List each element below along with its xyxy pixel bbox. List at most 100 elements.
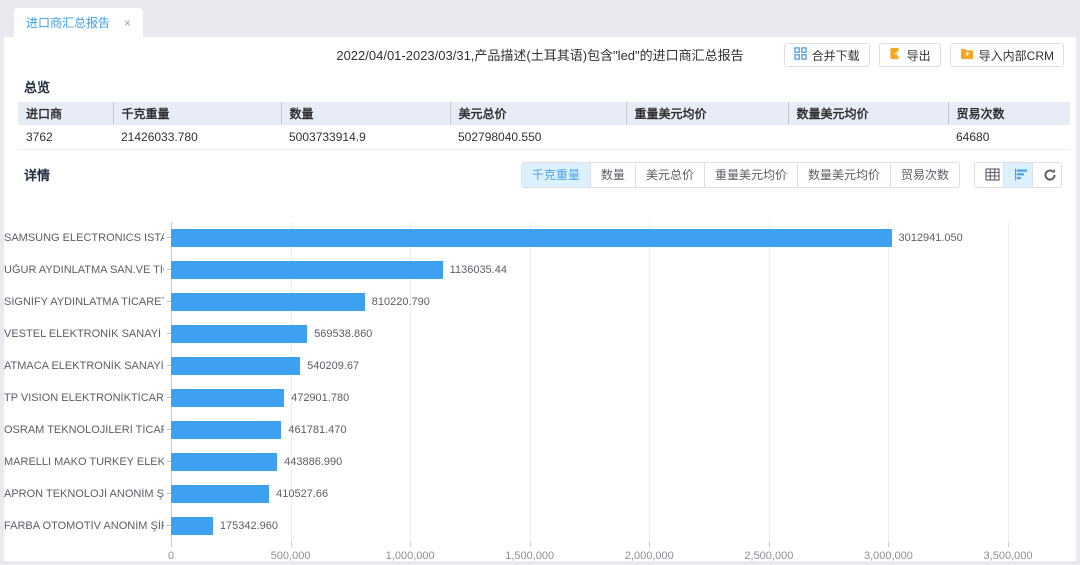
tab-importer-summary-report[interactable]: 进口商汇总报告 × — [14, 8, 143, 37]
table-cell: 21426033.780 — [113, 125, 281, 149]
metric-tab-0[interactable]: 千克重量 — [521, 162, 591, 188]
bar-area: 410527.66 — [171, 478, 1008, 510]
category-label: ATMACA ELEKTRONİK SANAYİ VE Tİ... — [4, 360, 164, 372]
category-label: SİGNİFY AYDINLATMA TİCARET ANO... — [4, 296, 164, 308]
x-tick-mark — [291, 542, 292, 547]
x-tick-mark — [649, 542, 650, 547]
chart-row: VESTEL ELEKTRONİK SANAYİ VE Tİ...569538.… — [4, 318, 1008, 350]
bar[interactable] — [171, 229, 892, 247]
refresh-icon — [1043, 168, 1057, 182]
x-tick-mark — [888, 542, 889, 547]
x-tick-mark — [171, 542, 172, 547]
bar[interactable] — [171, 293, 365, 311]
bar-value-label: 410527.66 — [276, 488, 328, 500]
chart-row: OSRAM TEKNOLOJİLERİ TİCARET AN...461781.… — [4, 414, 1008, 446]
metric-tab-5[interactable]: 贸易次数 — [890, 162, 960, 188]
bar-value-label: 540209.67 — [307, 360, 359, 372]
import-crm-label: 导入内部CRM — [979, 47, 1054, 64]
x-tick-mark — [530, 542, 531, 547]
detail-section-title: 详情 — [24, 165, 50, 184]
column-header: 进口商 — [18, 102, 113, 125]
importer-bar-chart: SAMSUNG ELECTRONICS ISTANBUL P... 3012941… — [4, 222, 1076, 565]
bar[interactable] — [171, 261, 443, 279]
column-header: 数量 — [281, 102, 450, 125]
bar-area: 1136035.44 — [171, 254, 1008, 286]
chart-row: ATMACA ELEKTRONİK SANAYİ VE Tİ... 540209.… — [4, 350, 1008, 382]
gridline — [1008, 222, 1009, 542]
x-tick-label: 1,000,000 — [386, 550, 435, 562]
export-label: 导出 — [907, 47, 931, 64]
table-view-button[interactable] — [974, 162, 1004, 188]
export-button[interactable]: 导出 — [879, 43, 941, 67]
bar-area: 443886.990 — [171, 446, 1008, 478]
table-cell — [788, 125, 948, 149]
bar[interactable] — [171, 389, 284, 407]
chart-row: SAMSUNG ELECTRONICS ISTANBUL P... 3012941… — [4, 222, 1008, 254]
detail-toolbar-row: 详情 千克重量数量美元总价重量美元均价数量美元均价贸易次数 — [24, 162, 1062, 188]
bar-chart-view-icon — [1014, 168, 1029, 181]
chart-row: SİGNİFY AYDINLATMA TİCARET ANO... 810220.… — [4, 286, 1008, 318]
metric-tab-group: 千克重量数量美元总价重量美元均价数量美元均价贸易次数 — [521, 162, 960, 188]
table-cell — [626, 125, 788, 149]
table-cell: 64680 — [948, 125, 1070, 149]
x-tick-label: 1,500,000 — [505, 550, 554, 562]
chart-row: FARBA OTOMOTİV ANONİM ŞİRKETİ 175342.960 — [4, 510, 1008, 542]
metric-tab-4[interactable]: 数量美元均价 — [797, 162, 891, 188]
bar[interactable] — [171, 517, 213, 535]
metric-tab-2[interactable]: 美元总价 — [635, 162, 705, 188]
x-tick-mark — [1008, 542, 1009, 547]
chart-x-axis: 0500,0001,000,0001,500,0002,000,0002,500… — [171, 542, 1008, 565]
tab-bar: 进口商汇总报告 × — [0, 0, 1080, 37]
view-switch-group — [974, 162, 1062, 188]
chart-plot-area: SAMSUNG ELECTRONICS ISTANBUL P... 3012941… — [4, 222, 1008, 542]
category-label: MARELLI MAKO TURKEY ELEKTRİK S... — [4, 456, 164, 468]
bar-area: 810220.790 — [171, 286, 1008, 318]
category-label: UĞUR AYDINLATMA SAN.VE TİC.LTD... — [4, 264, 164, 276]
table-cell: 502798040.550 — [450, 125, 626, 149]
refresh-button[interactable] — [1032, 162, 1062, 188]
column-header: 重量美元均价 — [626, 102, 788, 125]
chart-row: TP VISION ELEKTRONİKTİCARET AN... 472901.… — [4, 382, 1008, 414]
bar-area: 175342.960 — [171, 510, 1008, 542]
bar-area: 540209.67 — [171, 350, 1008, 382]
bar[interactable] — [171, 357, 300, 375]
x-tick-label: 2,000,000 — [625, 550, 674, 562]
merge-grid-icon — [794, 47, 807, 63]
merge-download-button[interactable]: 合并下载 — [784, 43, 870, 67]
x-tick-mark — [410, 542, 411, 547]
header-buttons: 合并下载 导出 导入内部CRM — [784, 43, 1064, 67]
bar-value-label: 1136035.44 — [450, 264, 507, 276]
table-view-icon — [985, 168, 1000, 181]
category-label: VESTEL ELEKTRONİK SANAYİ VE Tİ... — [4, 328, 164, 340]
import-crm-button[interactable]: 导入内部CRM — [950, 43, 1064, 67]
x-tick-label: 3,500,000 — [984, 550, 1033, 562]
title-row: 2022/04/01-2023/03/31,产品描述(土耳其语)包含"led"的… — [4, 37, 1076, 71]
category-label: APRON TEKNOLOJİ ANONİM ŞİRKETİ — [4, 488, 164, 500]
x-tick-mark — [769, 542, 770, 547]
tab-close-icon[interactable]: × — [124, 17, 131, 29]
category-label: OSRAM TEKNOLOJİLERİ TİCARET AN... — [4, 424, 164, 436]
overview-table-header: 进口商千克重量数量美元总价重量美元均价数量美元均价贸易次数 — [18, 102, 1070, 125]
bar-value-label: 472901.780 — [291, 392, 349, 404]
bar[interactable] — [171, 453, 277, 471]
metric-tab-1[interactable]: 数量 — [590, 162, 636, 188]
x-tick-label: 3,000,000 — [864, 550, 913, 562]
bar-value-label: 175342.960 — [220, 520, 278, 532]
bar[interactable] — [171, 421, 281, 439]
chart-row: MARELLI MAKO TURKEY ELEKTRİK S... 443886.… — [4, 446, 1008, 478]
column-header: 贸易次数 — [948, 102, 1070, 125]
tab-label: 进口商汇总报告 — [26, 14, 110, 31]
category-label: TP VISION ELEKTRONİKTİCARET AN... — [4, 392, 164, 404]
bar-area: 3012941.050 — [171, 222, 1008, 254]
x-tick-label: 500,000 — [271, 550, 311, 562]
bar[interactable] — [171, 485, 269, 503]
x-tick-label: 2,500,000 — [744, 550, 793, 562]
chart-row: UĞUR AYDINLATMA SAN.VE TİC.LTD... 1136035… — [4, 254, 1008, 286]
bar-chart-view-button[interactable] — [1003, 162, 1033, 188]
metric-tab-3[interactable]: 重量美元均价 — [704, 162, 798, 188]
bar[interactable] — [171, 325, 307, 343]
bar-area: 472901.780 — [171, 382, 1008, 414]
category-label: FARBA OTOMOTİV ANONİM ŞİRKETİ — [4, 520, 164, 532]
category-label: SAMSUNG ELECTRONICS ISTANBUL P... — [4, 232, 164, 244]
overview-section-title: 总览 — [24, 77, 1076, 96]
